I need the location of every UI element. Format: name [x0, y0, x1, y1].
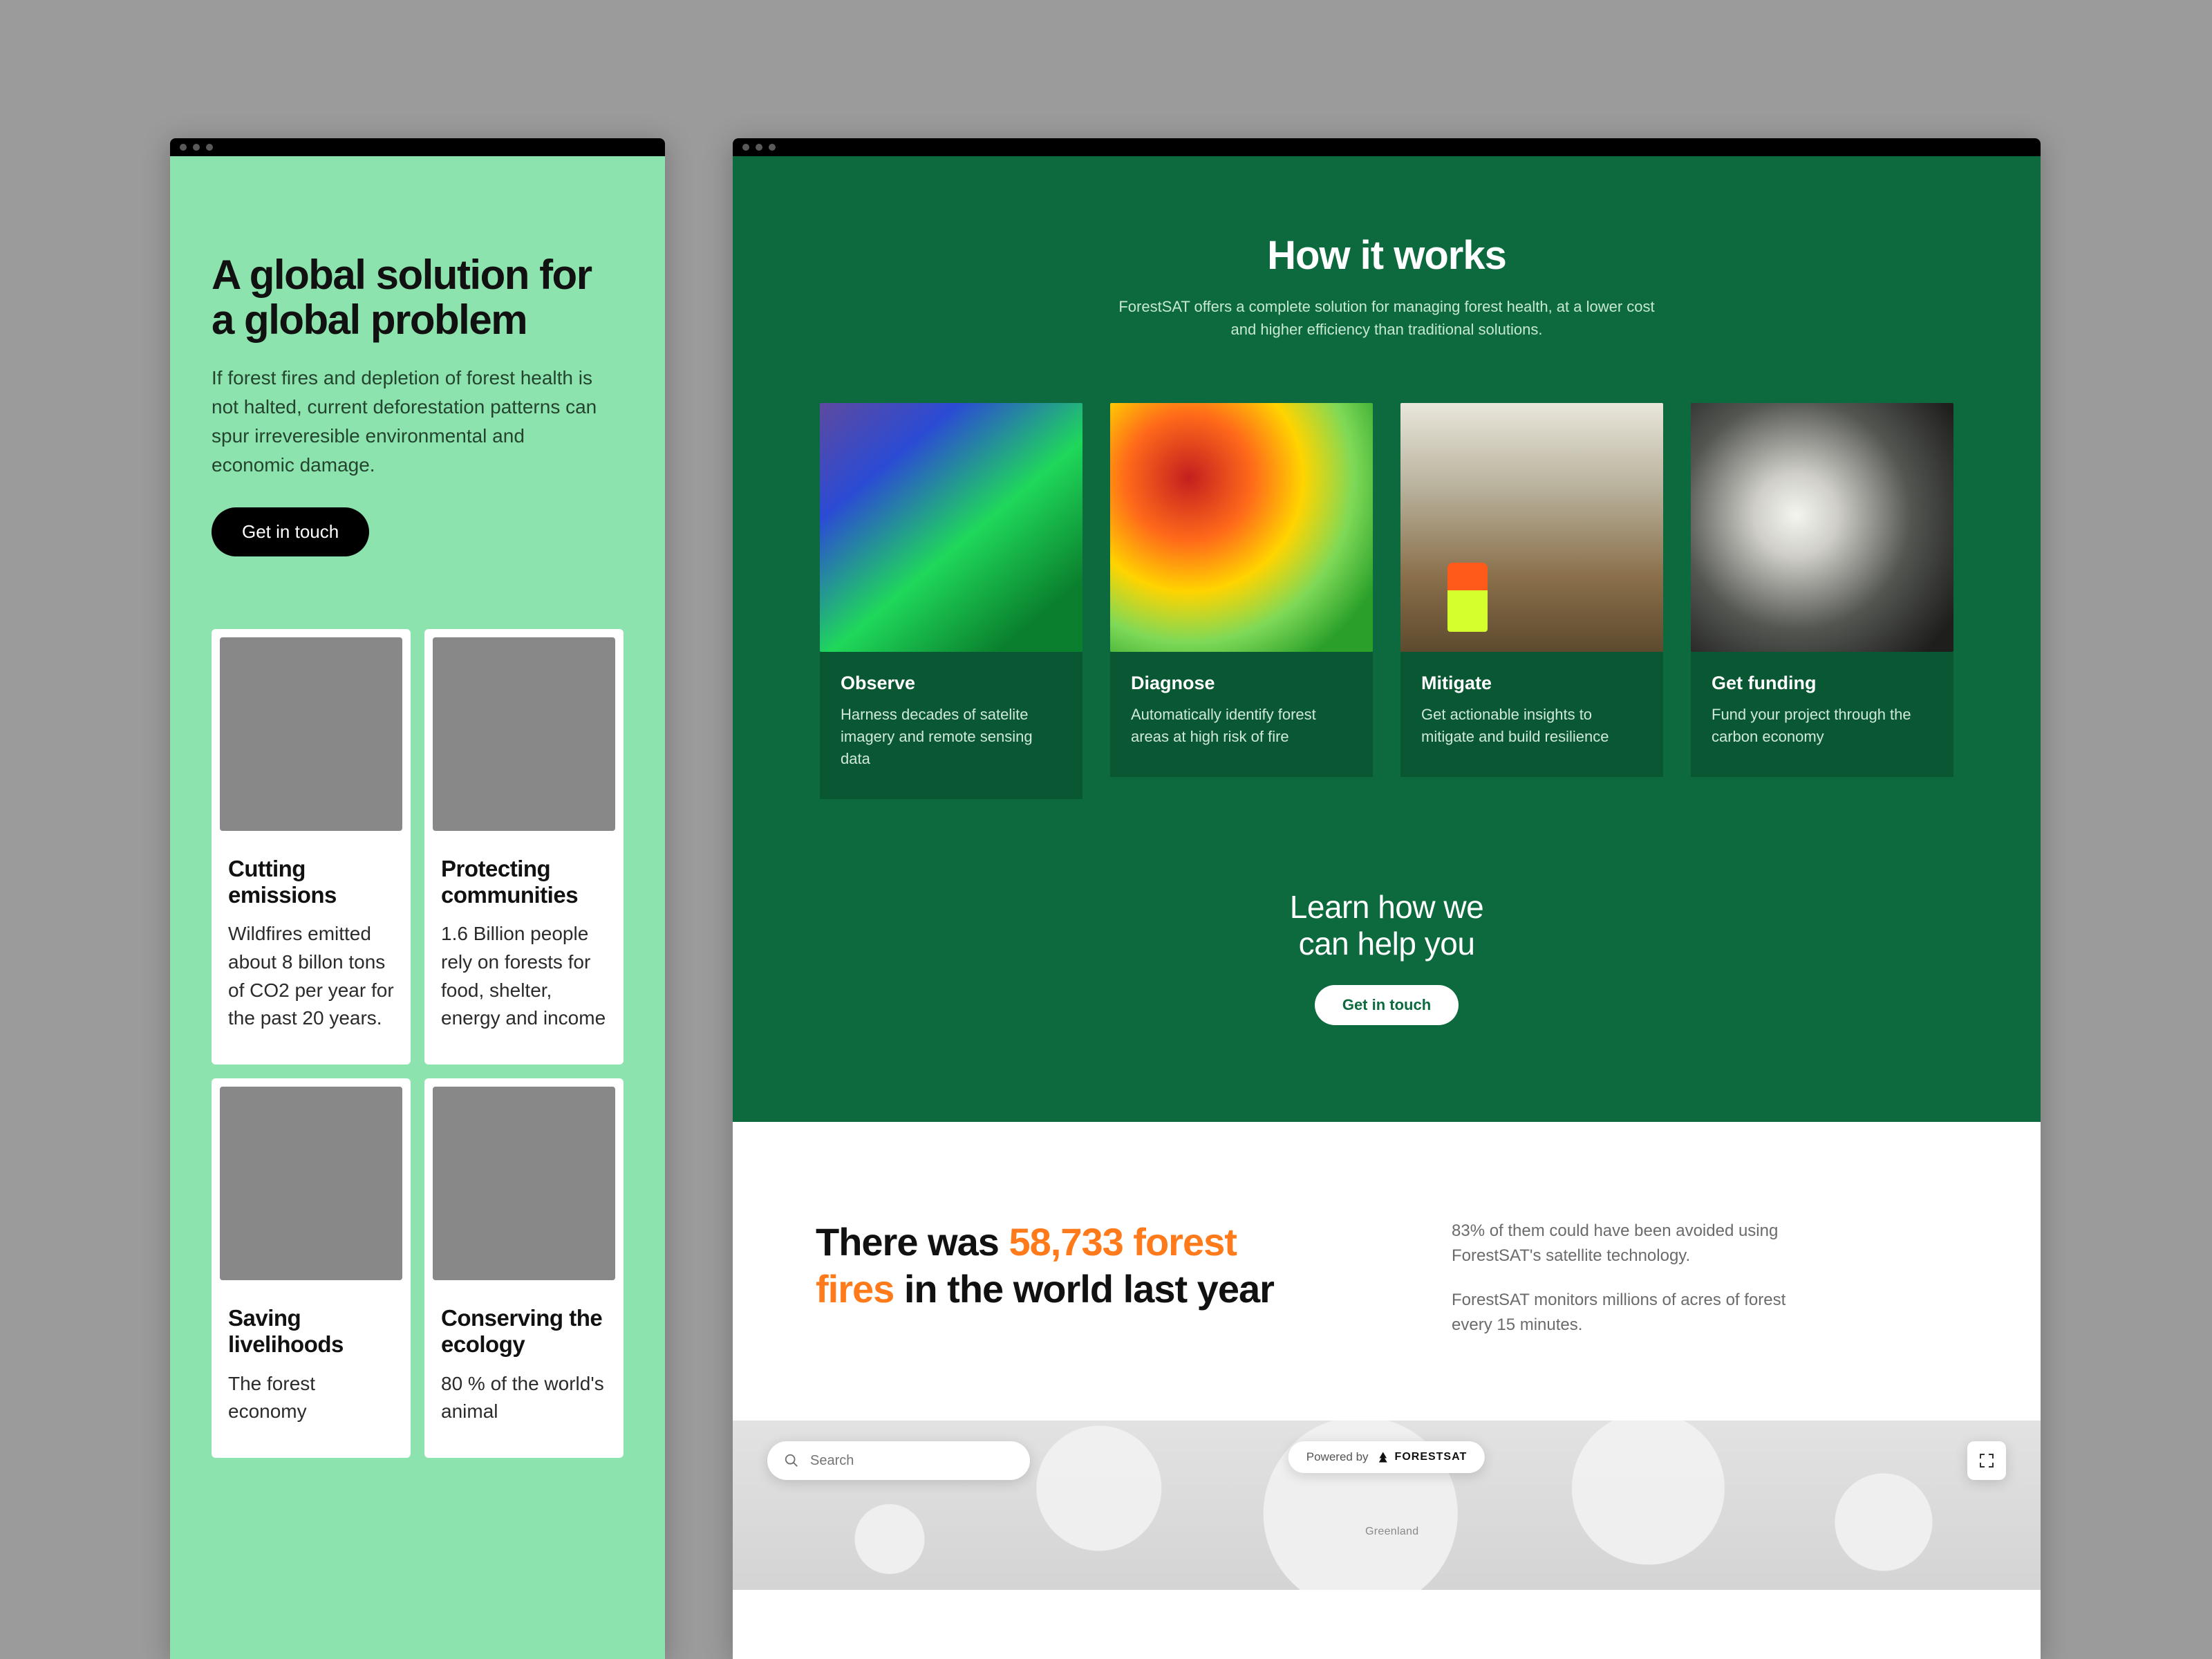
- stats-headline: There was 58,733 forest fires in the wor…: [816, 1219, 1313, 1311]
- cta-block: Learn how we can help you Get in touch: [802, 889, 1971, 1026]
- step-body: Harness decades of satelite imagery and …: [841, 704, 1062, 770]
- card-body: 1.6 Billion people rely on forests for f…: [441, 920, 607, 1032]
- traffic-light-minimize-icon[interactable]: [756, 144, 762, 151]
- card-image: [220, 1087, 402, 1280]
- steps-row: Observe Harness decades of satelite imag…: [820, 403, 1953, 799]
- step-body: Automatically identify forest areas at h…: [1131, 704, 1352, 748]
- value-card[interactable]: Cutting emissions Wildfires emitted abou…: [212, 629, 411, 1065]
- desktop-titlebar: [733, 138, 2041, 156]
- card-body: Wildfires emitted about 8 billon tons of…: [228, 920, 394, 1032]
- get-in-touch-button[interactable]: Get in touch: [1315, 985, 1459, 1025]
- traffic-light-zoom-icon[interactable]: [769, 144, 776, 151]
- stats-side-1: 83% of them could have been avoided usin…: [1452, 1219, 1811, 1268]
- step-image: [1400, 403, 1663, 652]
- tree-icon: [1377, 1451, 1389, 1463]
- traffic-light-minimize-icon[interactable]: [193, 144, 200, 151]
- step-image: [820, 403, 1082, 652]
- step-card[interactable]: Observe Harness decades of satelite imag…: [820, 403, 1082, 799]
- card-title: Protecting communities: [441, 856, 607, 908]
- step-card[interactable]: Diagnose Automatically identify forest a…: [1110, 403, 1373, 799]
- card-title: Conserving the ecology: [441, 1305, 607, 1358]
- value-cards-grid: Cutting emissions Wildfires emitted abou…: [212, 629, 624, 1458]
- step-title: Diagnose: [1131, 673, 1352, 694]
- search-icon: [784, 1453, 799, 1468]
- value-card[interactable]: Saving livelihoods The forest economy: [212, 1078, 411, 1458]
- card-image: [220, 637, 402, 831]
- map-search[interactable]: [767, 1441, 1030, 1480]
- expand-icon: [1978, 1452, 1995, 1469]
- card-image: [433, 637, 615, 831]
- step-image: [1691, 403, 1953, 652]
- powered-by-badge[interactable]: Powered by FORESTSAT: [1288, 1441, 1485, 1473]
- mobile-window: A global solution for a global problem I…: [170, 138, 665, 1659]
- step-title: Observe: [841, 673, 1062, 694]
- step-image: [1110, 403, 1373, 652]
- desktop-window: How it works ForestSAT offers a complete…: [733, 138, 2041, 1659]
- value-card[interactable]: Conserving the ecology 80 % of the world…: [424, 1078, 624, 1458]
- step-body: Get actionable insights to mitigate and …: [1421, 704, 1642, 748]
- traffic-light-zoom-icon[interactable]: [206, 144, 213, 151]
- stats-side: 83% of them could have been avoided usin…: [1452, 1219, 1811, 1338]
- map-search-input[interactable]: [810, 1453, 1013, 1469]
- powered-by-label: Powered by: [1306, 1450, 1369, 1464]
- card-body: 80 % of the world's animal: [441, 1370, 607, 1426]
- card-image: [433, 1087, 615, 1280]
- step-card[interactable]: Get funding Fund your project through th…: [1691, 403, 1953, 799]
- card-body: The forest economy: [228, 1370, 394, 1426]
- stats-section: There was 58,733 forest fires in the wor…: [733, 1122, 2041, 1421]
- hero-body: If forest fires and depletion of forest …: [212, 364, 599, 480]
- card-title: Cutting emissions: [228, 856, 394, 908]
- map-section[interactable]: Powered by FORESTSAT Greenland: [733, 1421, 2041, 1590]
- cta-heading: Learn how we can help you: [802, 889, 1971, 962]
- fullscreen-button[interactable]: [1967, 1441, 2006, 1480]
- how-it-works-title: How it works: [1069, 232, 1705, 279]
- mobile-titlebar: [170, 138, 665, 156]
- card-title: Saving livelihoods: [228, 1305, 394, 1358]
- hero-title: A global solution for a global problem: [212, 253, 624, 343]
- step-title: Mitigate: [1421, 673, 1642, 694]
- map-region-label: Greenland: [1365, 1526, 1418, 1538]
- step-body: Fund your project through the carbon eco…: [1712, 704, 1933, 748]
- brand: FORESTSAT: [1377, 1451, 1468, 1463]
- how-it-works-subtitle: ForestSAT offers a complete solution for…: [1117, 295, 1656, 341]
- traffic-light-close-icon[interactable]: [180, 144, 187, 151]
- traffic-light-close-icon[interactable]: [742, 144, 749, 151]
- how-it-works-section: How it works ForestSAT offers a complete…: [733, 156, 2041, 1122]
- get-in-touch-button[interactable]: Get in touch: [212, 507, 369, 556]
- value-card[interactable]: Protecting communities 1.6 Billion peopl…: [424, 629, 624, 1065]
- step-title: Get funding: [1712, 673, 1933, 694]
- stats-side-2: ForestSAT monitors millions of acres of …: [1452, 1288, 1811, 1338]
- step-card[interactable]: Mitigate Get actionable insights to miti…: [1400, 403, 1663, 799]
